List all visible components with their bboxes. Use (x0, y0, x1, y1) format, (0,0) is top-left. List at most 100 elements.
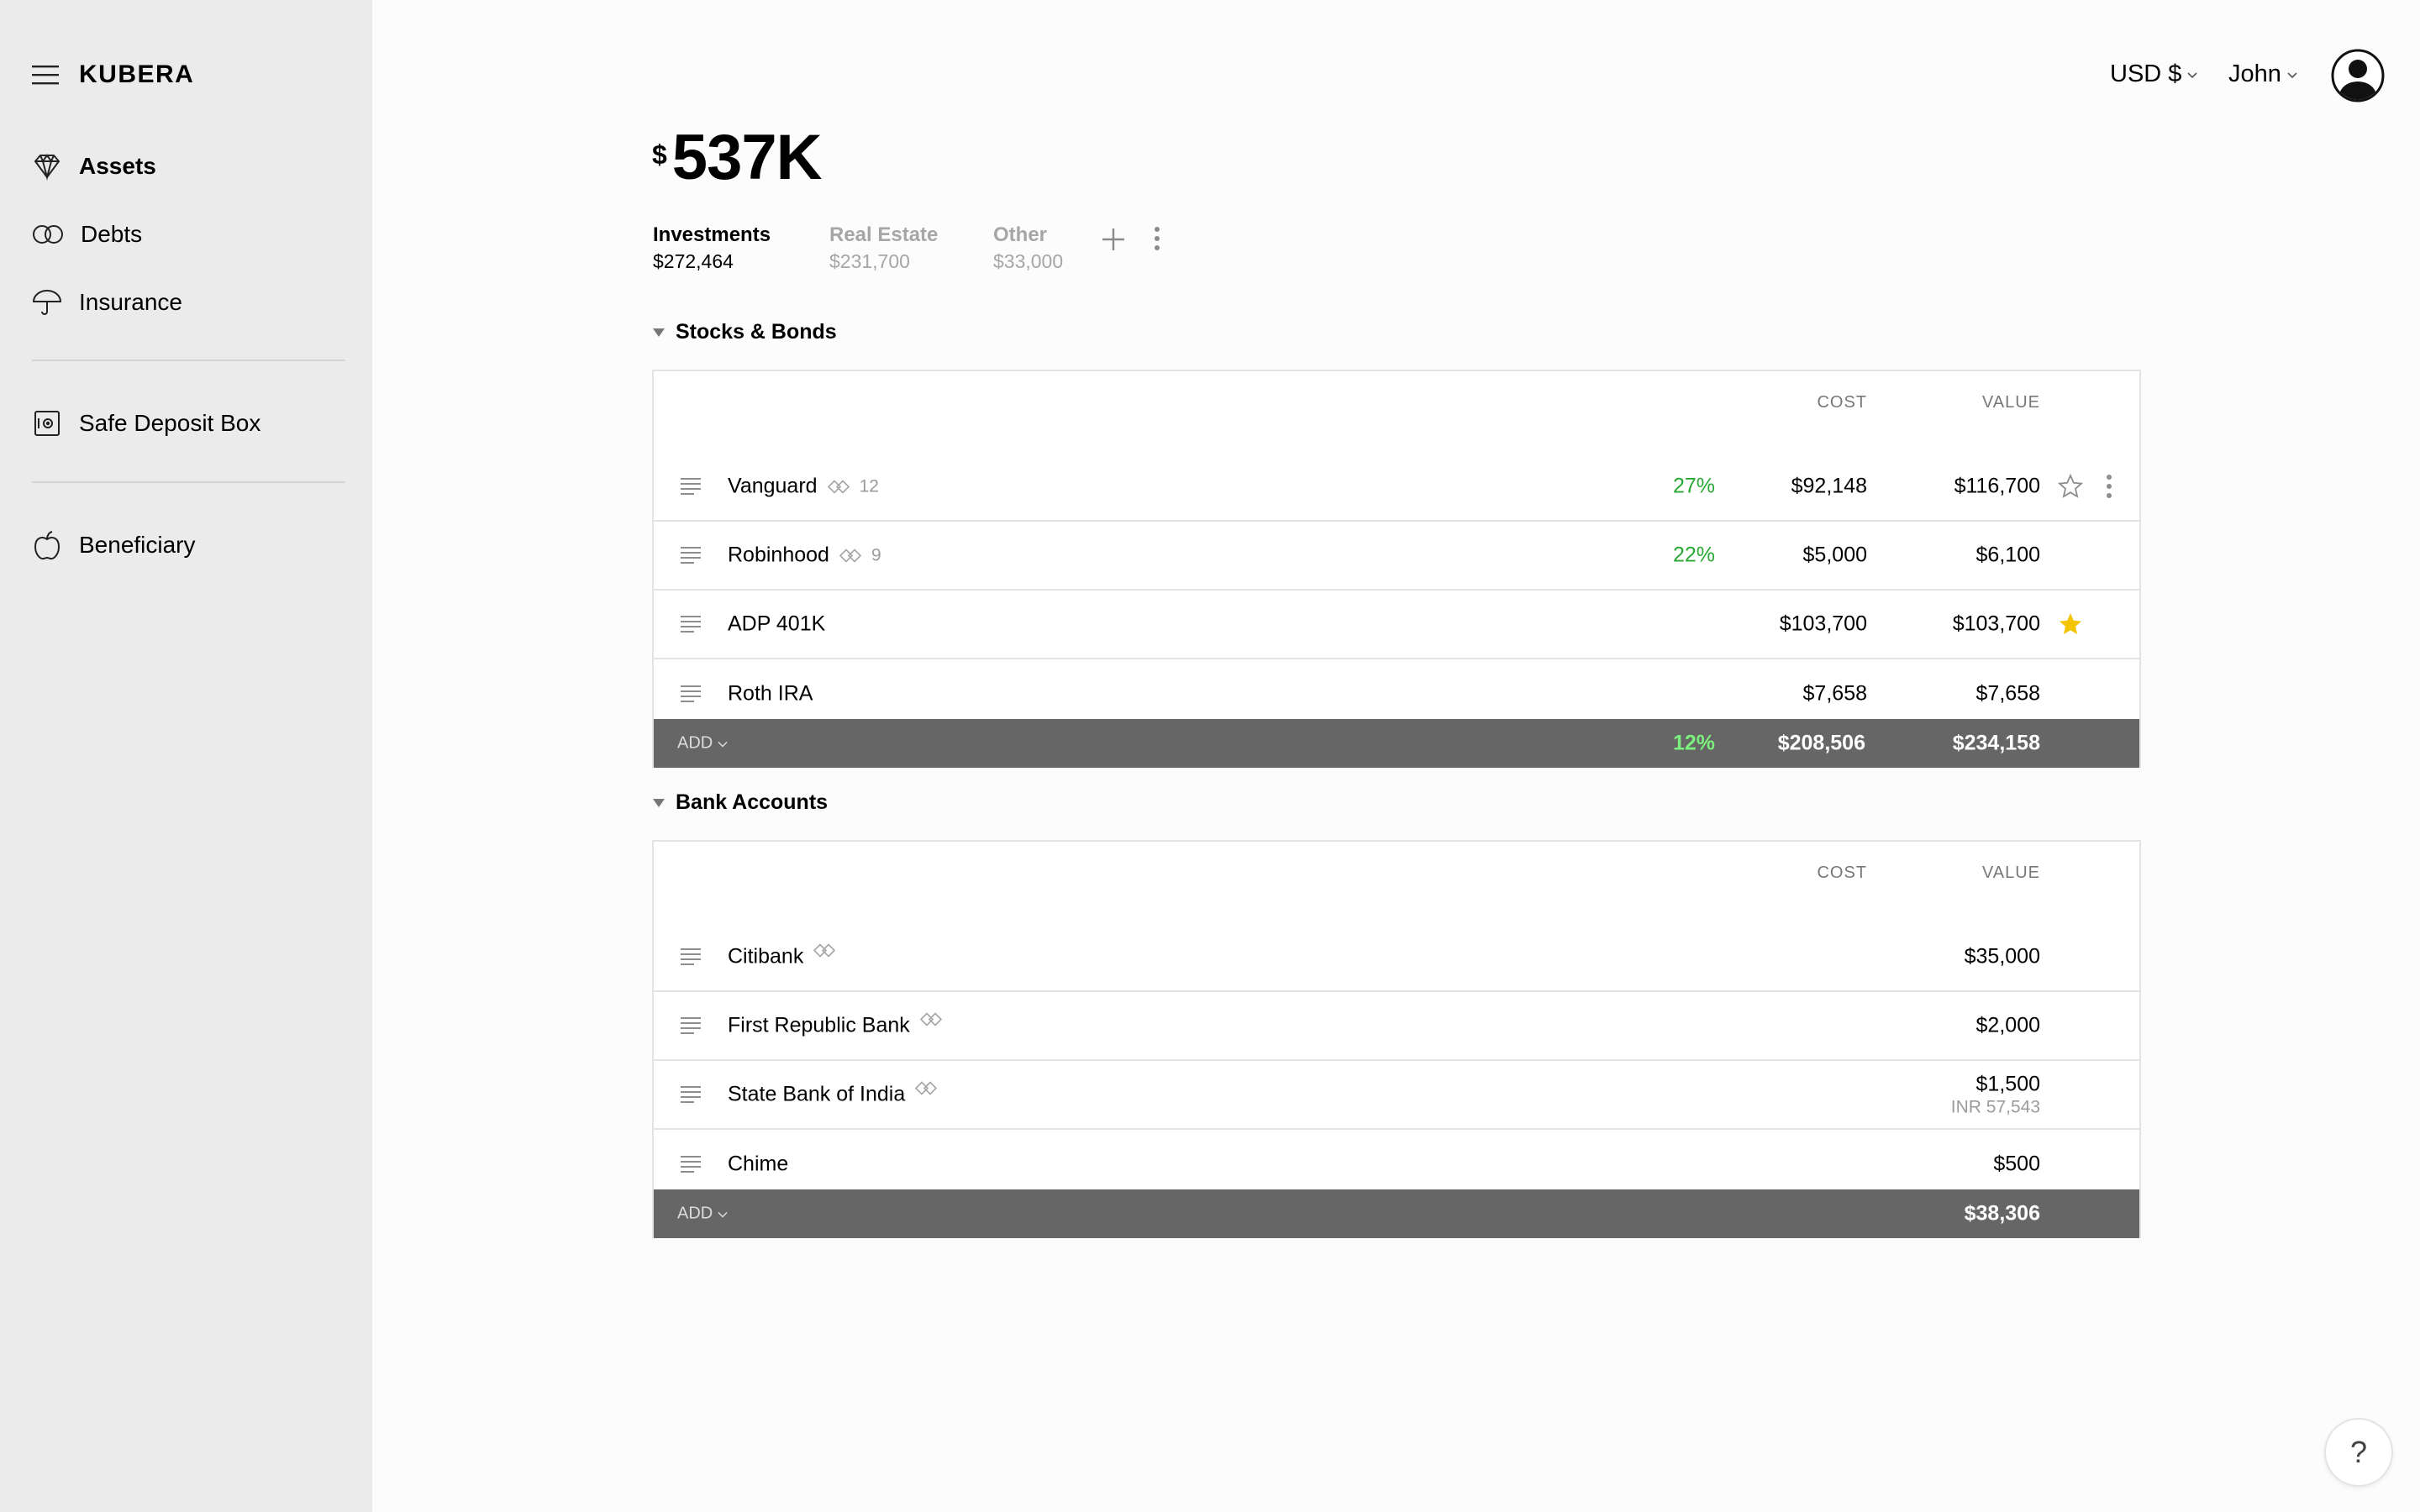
column-header-value: VALUE (1981, 393, 2040, 412)
linked-account-icon (813, 942, 836, 958)
row-name[interactable]: Chime (728, 1152, 788, 1177)
row-value[interactable]: $7,658 (1976, 682, 2040, 706)
safe-icon (34, 411, 60, 436)
table-row[interactable]: Roth IRA $7,658 $7,658 (654, 659, 2139, 728)
help-button[interactable]: ? (2324, 1418, 2393, 1487)
row-cost[interactable]: $5,000 (1803, 543, 1867, 568)
sidebar-item-label: Safe Deposit Box (79, 410, 261, 436)
section-title: Stocks & Bonds (676, 320, 837, 344)
row-name[interactable]: State Bank of India (728, 1080, 938, 1107)
section-total-bar: ADD $38,306 (654, 1189, 2139, 1238)
row-name-label: ADP 401K (728, 612, 826, 636)
column-header-cost: COST (1817, 864, 1867, 882)
row-cost[interactable]: $7,658 (1803, 682, 1867, 706)
total-value: $38,306 (1964, 1201, 2040, 1226)
row-name-label: First Republic Bank (728, 1013, 910, 1037)
table-row[interactable]: Vanguard 12 27% $92,148 $116,700 (654, 453, 2139, 522)
drag-handle-icon[interactable] (679, 545, 702, 565)
avatar[interactable] (2331, 49, 2385, 102)
tab-label: Investments (653, 223, 771, 246)
drag-handle-icon[interactable] (679, 614, 702, 634)
row-value[interactable]: $6,100 (1976, 543, 2040, 568)
table-row[interactable]: Robinhood 9 22% $5,000 $6,100 (654, 522, 2139, 591)
tab-more-vertical-icon[interactable] (1151, 225, 1163, 252)
table-row[interactable]: Chime $500 (654, 1130, 2139, 1199)
user-menu[interactable]: John (2228, 60, 2298, 88)
rings-icon (33, 225, 63, 244)
row-name[interactable]: ADP 401K (728, 612, 825, 637)
user-name: John (2228, 60, 2281, 87)
drag-handle-icon[interactable] (679, 1016, 702, 1036)
row-value[interactable]: $116,700 (1954, 475, 2040, 499)
drag-handle-icon[interactable] (679, 1154, 702, 1174)
total-gain-percent: 12% (1672, 731, 1715, 755)
sidebar-item-assets[interactable]: Assets (32, 151, 156, 181)
row-name[interactable]: Roth IRA (728, 682, 813, 706)
star-outline-icon[interactable] (2057, 473, 2084, 500)
table-row[interactable]: ADP 401K $103,700 $103,700 (654, 591, 2139, 659)
tab-real-estate[interactable]: Real Estate $231,700 (829, 223, 938, 273)
total-cost: $208,506 (1777, 731, 1865, 755)
row-name[interactable]: First Republic Bank (728, 1011, 942, 1038)
drag-handle-icon[interactable] (679, 947, 702, 967)
row-name-label: Chime (728, 1152, 789, 1176)
add-row-label: ADD (677, 1204, 713, 1223)
row-value[interactable]: $103,700 (1953, 612, 2040, 637)
add-row-button[interactable]: ADD (677, 1205, 728, 1224)
row-name[interactable]: Robinhood 9 (728, 543, 881, 568)
linked-account-icon (915, 1080, 938, 1095)
row-name-label: State Bank of India (728, 1082, 906, 1106)
drag-handle-icon[interactable] (679, 476, 702, 496)
row-value-group[interactable]: $1,500 INR 57,543 (1951, 1071, 2040, 1117)
row-value[interactable]: $500 (1993, 1152, 2040, 1177)
sidebar-item-insurance[interactable]: Insurance (32, 287, 182, 318)
row-more-vertical-icon[interactable] (2104, 474, 2114, 499)
drag-handle-icon[interactable] (679, 684, 702, 704)
sidebar-item-label: Insurance (79, 289, 182, 315)
net-worth-currency: $ (652, 139, 667, 170)
section-stocks-bonds-toggle[interactable]: Stocks & Bonds (652, 320, 837, 344)
sidebar-item-label: Assets (79, 153, 156, 179)
row-value: $1,500 (1975, 1072, 2040, 1096)
row-value[interactable]: $2,000 (1976, 1014, 2040, 1038)
chevron-down-icon (718, 1211, 728, 1217)
row-name-label: Robinhood (728, 543, 829, 567)
tab-value: $272,464 (653, 250, 734, 272)
star-filled-icon[interactable] (2057, 611, 2084, 638)
drag-handle-icon[interactable] (679, 1084, 702, 1105)
add-tab-plus-icon[interactable] (1101, 227, 1126, 252)
linked-holdings-count: 12 (859, 476, 879, 496)
sidebar-item-safe-deposit-box[interactable]: Safe Deposit Box (32, 408, 260, 438)
add-row-button[interactable]: ADD (677, 734, 728, 753)
row-name[interactable]: Citibank (728, 942, 836, 969)
table-row[interactable]: State Bank of India $1,500 INR 57,543 (654, 1061, 2139, 1130)
tab-other[interactable]: Other $33,000 (993, 223, 1063, 273)
currency-selector[interactable]: USD $ (2110, 60, 2198, 88)
column-header-value: VALUE (1981, 864, 2040, 882)
sidebar-item-label: Beneficiary (79, 532, 196, 558)
hamburger-menu-icon[interactable] (32, 65, 59, 85)
column-header-cost: COST (1817, 393, 1867, 412)
row-value[interactable]: $35,000 (1965, 945, 2040, 969)
row-native-currency-value: INR 57,543 (1950, 1097, 2040, 1117)
tab-investments[interactable]: Investments $272,464 (653, 223, 771, 273)
row-cost[interactable]: $92,148 (1791, 475, 1867, 499)
table-row[interactable]: Citibank $35,000 (654, 923, 2139, 992)
caret-down-icon (653, 328, 665, 337)
umbrella-icon (32, 290, 62, 315)
row-name-label: Roth IRA (728, 681, 813, 706)
caret-down-icon (653, 798, 665, 807)
row-name[interactable]: Vanguard 12 (728, 475, 879, 499)
row-gain-percent: 27% (1672, 474, 1715, 498)
linked-account-icon (827, 479, 850, 494)
tab-label: Other (993, 223, 1048, 246)
sidebar-item-beneficiary[interactable]: Beneficiary (32, 529, 196, 561)
brand-logo[interactable]: KUBERA (79, 60, 194, 89)
sidebar: KUBERA Assets Debts Insurance Safe Depos… (0, 0, 372, 1512)
section-bank-accounts-toggle[interactable]: Bank Accounts (652, 790, 828, 815)
table-row[interactable]: First Republic Bank $2,000 (654, 992, 2139, 1061)
tab-label: Real Estate (829, 223, 939, 246)
sidebar-item-debts[interactable]: Debts (32, 219, 142, 249)
add-row-label: ADD (677, 733, 713, 753)
row-cost[interactable]: $103,700 (1780, 612, 1867, 637)
